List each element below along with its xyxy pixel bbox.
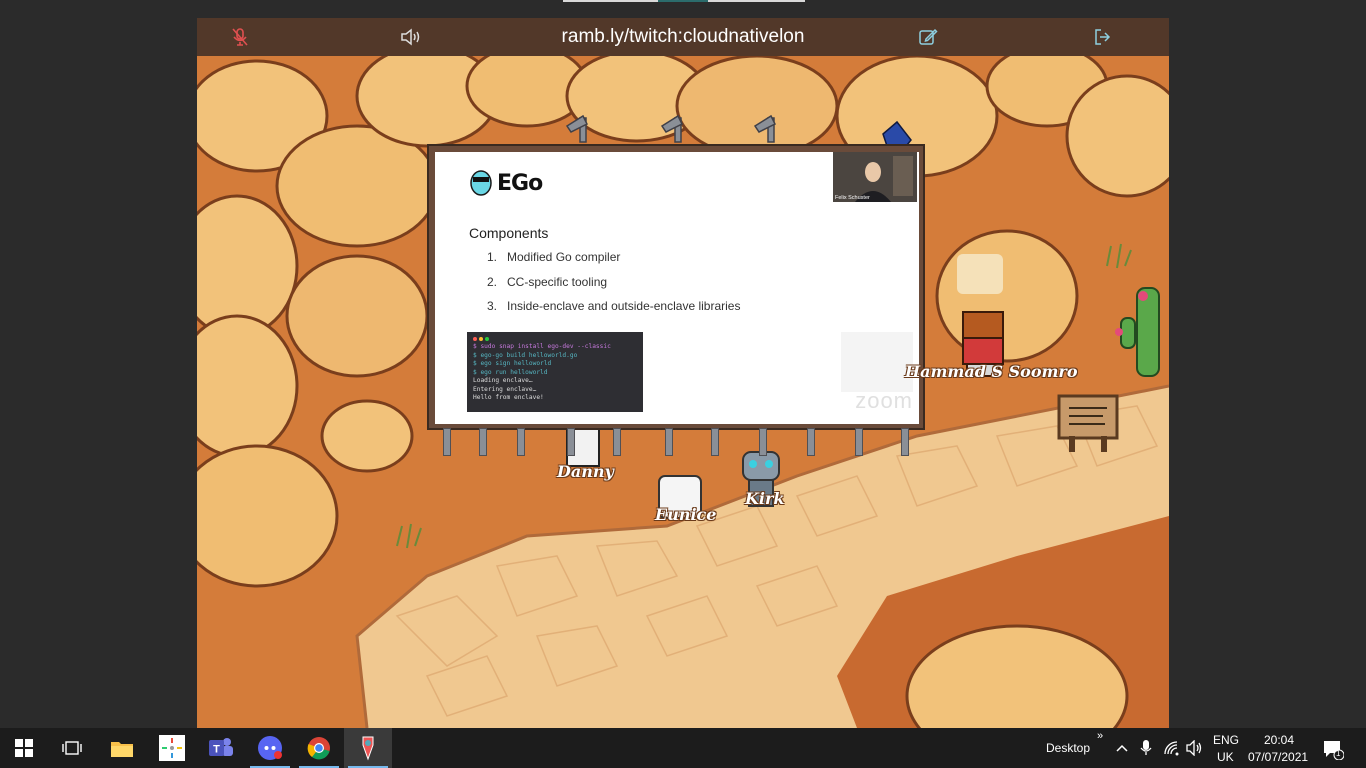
slide-list-item: 2. CC-specific tooling: [487, 274, 608, 289]
avatar-name-eunice: Eunice: [655, 505, 717, 524]
microphone-tray-button[interactable]: [1139, 739, 1153, 762]
active-app-button[interactable]: [344, 728, 392, 768]
presentation-board[interactable]: EGo Components 1. Modified Go compiler 2.…: [427, 144, 925, 430]
mic-off-icon: [232, 28, 248, 46]
photos-button[interactable]: [148, 728, 196, 768]
desktop-toolbar-chevron[interactable]: »: [1097, 730, 1103, 742]
gopher-icon: [470, 170, 492, 196]
terminal-line: $ ego sign helloworld: [473, 360, 552, 367]
teams-icon: T: [209, 738, 233, 756]
shared-slide: EGo Components 1. Modified Go compiler 2.…: [435, 152, 919, 424]
terminal-line: Entering enclave…: [473, 385, 537, 393]
microphone-icon: [1140, 740, 1152, 755]
speaker-video: Felix Schuster: [833, 152, 917, 202]
start-button[interactable]: [0, 728, 48, 768]
wifi-icon: [1164, 741, 1179, 756]
terminal-line: $ ego run helloworld: [473, 368, 548, 376]
edit-button[interactable]: [908, 18, 948, 56]
action-center-button[interactable]: 1: [1322, 738, 1345, 765]
ego-logo: EGo: [469, 169, 543, 197]
clock-date[interactable]: 07/07/2021: [1248, 750, 1308, 764]
exit-icon: [1095, 29, 1111, 45]
speaker-icon: [401, 28, 420, 46]
language-region[interactable]: UK: [1217, 750, 1234, 764]
desktop-toolbar-label[interactable]: Desktop: [1046, 741, 1090, 755]
avatar-name-hammad: Hammad S Soomro: [905, 362, 1078, 381]
zoom-watermark: zoom: [855, 388, 913, 413]
task-view-icon: [62, 741, 82, 755]
file-explorer-icon: [111, 742, 133, 757]
terminal-line: $ ego-go build helloworld.go: [473, 351, 578, 359]
board-legs: [441, 428, 911, 458]
windows-start-icon: [15, 739, 33, 757]
zoom-overlay-panel: [841, 332, 913, 392]
top-progress-bar: [563, 0, 805, 2]
mute-microphone-button[interactable]: [220, 18, 260, 56]
file-explorer-button[interactable]: [98, 728, 146, 768]
clock-time[interactable]: 20:04: [1264, 733, 1294, 747]
chrome-button[interactable]: [295, 728, 343, 768]
task-view-button[interactable]: [48, 728, 96, 768]
terminal-snippet: $ sudo snap install ego-dev --classic $ e…: [467, 332, 643, 412]
svg-text:T: T: [213, 744, 220, 756]
exit-button[interactable]: [1082, 18, 1122, 56]
chrome-icon: [307, 737, 330, 760]
ego-logo-text: EGo: [497, 170, 543, 196]
volume-tray-button[interactable]: [1186, 739, 1204, 761]
speaker-name: Felix Schuster: [835, 195, 870, 201]
chevron-up-icon: [1116, 744, 1128, 752]
teams-button[interactable]: T: [197, 728, 245, 768]
terminal-line: $ sudo snap install ego-dev --classic: [473, 343, 611, 350]
avatar-name-danny: Danny: [557, 462, 614, 481]
terminal-line: Hello from enclave!: [473, 394, 544, 401]
room-title: ramb.ly/twitch:cloudnativelon: [561, 26, 805, 47]
terminal-line: Loading enclave…: [473, 377, 533, 384]
notification-icon: [1324, 741, 1345, 761]
windows-taskbar: T Desktop » ENG UK 20:04 07/07/2021 1: [0, 728, 1366, 768]
edit-icon: [919, 28, 938, 45]
avatar-name-kirk: Kirk: [745, 489, 785, 508]
discord-button[interactable]: [246, 728, 294, 768]
terminal-window-controls: [473, 335, 637, 343]
show-hidden-icons-button[interactable]: [1114, 740, 1130, 761]
slide-list-item: 1. Modified Go compiler: [487, 250, 621, 264]
volume-button[interactable]: [391, 18, 431, 56]
slide-heading: Components: [469, 225, 549, 241]
volume-icon: [1186, 739, 1202, 757]
language-indicator[interactable]: ENG: [1213, 733, 1239, 747]
app-icon: [362, 736, 374, 761]
photos-icon: [159, 735, 185, 761]
network-tray-button[interactable]: [1163, 740, 1181, 761]
slide-list: 1. Modified Go compiler 2. CC-specific too…: [487, 250, 740, 324]
notification-count: 1: [1336, 749, 1341, 758]
top-progress-segment: [658, 0, 708, 2]
game-window: EGo Components 1. Modified Go compiler 2.…: [197, 18, 1169, 728]
slide-list-item: 3. Inside-enclave and outside-enclave lib…: [487, 299, 741, 313]
discord-icon: [258, 736, 282, 760]
room-toolbar: ramb.ly/twitch:cloudnativelon: [197, 18, 1169, 56]
